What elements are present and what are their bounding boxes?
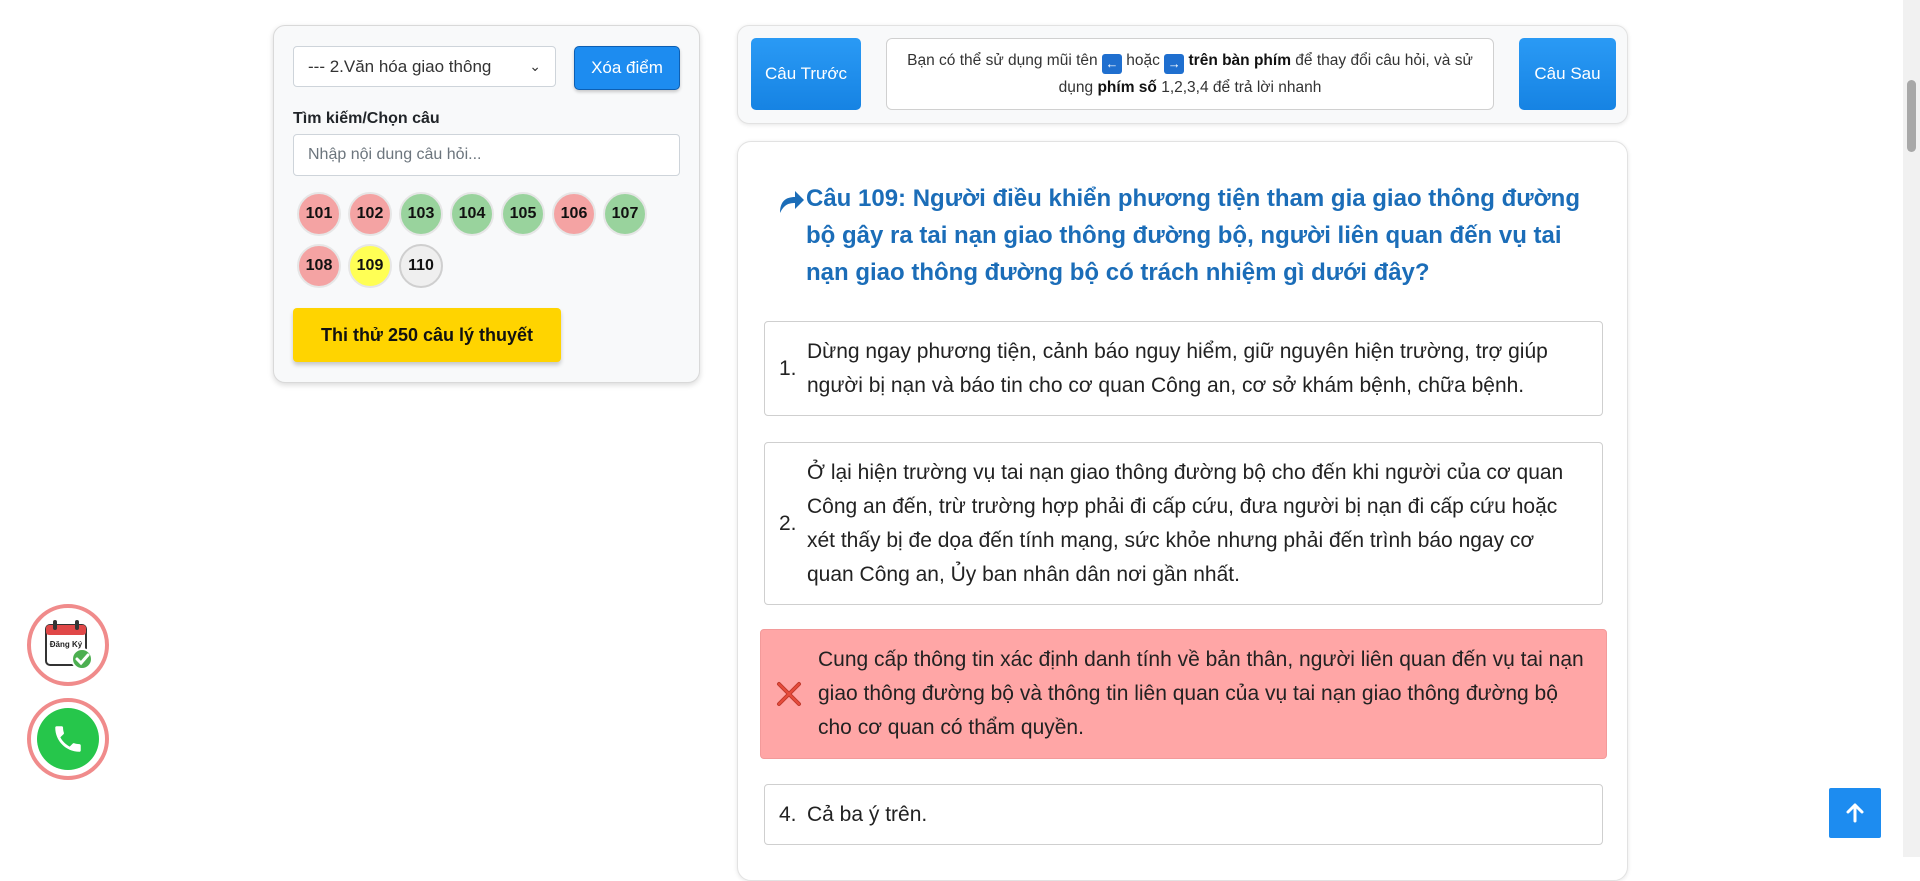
answer-text: Ở lại hiện trường vụ tai nạn giao thông …	[807, 460, 1564, 586]
call-phone-button[interactable]	[27, 698, 109, 780]
keyboard-hint: Bạn có thể sử dụng mũi tên ← hoặc → trên…	[886, 38, 1494, 110]
question-bubble[interactable]: 105	[501, 192, 545, 236]
question-bubble[interactable]: 106	[552, 192, 596, 236]
question-bubble-current[interactable]: 109	[348, 244, 392, 288]
register-calendar-button[interactable]: Đăng Ký	[27, 604, 109, 686]
arrow-up-icon	[1846, 803, 1864, 823]
clear-score-button[interactable]: Xóa điểm	[574, 46, 680, 90]
search-label: Tìm kiếm/Chọn câu	[293, 110, 440, 127]
question-bubble[interactable]: 103	[399, 192, 443, 236]
question-bubble[interactable]: 108	[297, 244, 341, 288]
answer-option-4[interactable]: 4. Cả ba ý trên.	[764, 784, 1603, 845]
answer-text: Dừng ngay phương tiện, cảnh báo nguy hiể…	[807, 339, 1548, 397]
answer-number: 2.	[779, 511, 797, 535]
answer-number: 1.	[779, 356, 797, 380]
chevron-down-icon: ⌄	[529, 58, 541, 74]
sidebar-panel: --- 2.Văn hóa giao thông ⌄ Xóa điểm Tìm …	[273, 25, 700, 383]
back-to-top-button[interactable]	[1829, 788, 1881, 838]
question-panel: Câu 109: Người điều khiển phương tiện th…	[737, 141, 1628, 881]
practice-exam-button[interactable]: Thi thử 250 câu lý thuyết	[293, 308, 561, 362]
topic-select[interactable]: --- 2.Văn hóa giao thông ⌄	[293, 46, 556, 87]
answer-text: Cả ba ý trên.	[807, 802, 928, 826]
hint-text: hoặc	[1126, 52, 1160, 69]
question-nav-panel: Câu Trước Bạn có thể sử dụng mũi tên ← h…	[737, 25, 1628, 124]
calendar-check-icon: Đăng Ký	[45, 620, 93, 670]
answer-text: Cung cấp thông tin xác định danh tính về…	[818, 648, 1584, 739]
arrow-left-icon: ←	[1101, 54, 1122, 74]
question-bubble[interactable]: 104	[450, 192, 494, 236]
answer-option-3-wrong[interactable]: Cung cấp thông tin xác định danh tính về…	[760, 629, 1607, 759]
page-scrollbar[interactable]	[1903, 0, 1920, 857]
search-input[interactable]: Nhập nội dung câu hỏi...	[293, 134, 680, 176]
scrollbar-thumb[interactable]	[1907, 80, 1916, 152]
prev-question-button[interactable]: Câu Trước	[751, 38, 861, 110]
arrow-right-icon: →	[1164, 54, 1185, 74]
question-bubble[interactable]: 101	[297, 192, 341, 236]
answer-option-2[interactable]: 2. Ở lại hiện trường vụ tai nạn giao thô…	[764, 442, 1603, 605]
answer-number: 4.	[779, 802, 797, 826]
question-bubble[interactable]: 110	[399, 244, 443, 288]
phone-icon	[37, 708, 99, 770]
hint-text-bold: trên bàn phím	[1188, 52, 1291, 69]
next-question-button[interactable]: Câu Sau	[1519, 38, 1616, 110]
hint-text-bold: phím số	[1097, 79, 1157, 96]
hint-text: Bạn có thể sử dụng mũi tên	[907, 52, 1098, 69]
question-title: Câu 109: Người điều khiển phương tiện th…	[806, 185, 1580, 286]
question-bubble[interactable]: 107	[603, 192, 647, 236]
answer-option-1[interactable]: 1. Dừng ngay phương tiện, cảnh báo nguy …	[764, 321, 1603, 416]
topic-select-value: --- 2.Văn hóa giao thông	[308, 56, 492, 76]
hint-text: 1,2,3,4 để trả lời nhanh	[1161, 79, 1322, 96]
question-bubble[interactable]: 102	[348, 192, 392, 236]
wrong-x-icon	[777, 682, 801, 706]
register-icon-text: Đăng Ký	[50, 640, 83, 649]
share-arrow-icon	[780, 191, 804, 213]
